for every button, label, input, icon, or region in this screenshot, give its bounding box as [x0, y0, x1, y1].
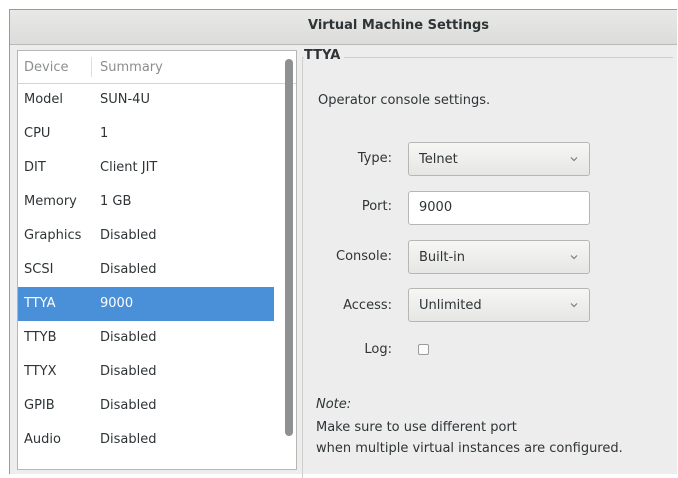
log-checkbox[interactable]: [418, 344, 429, 355]
device-name: Model: [24, 92, 64, 107]
note-text-line2: when multiple virtual instances are conf…: [316, 441, 623, 456]
device-row-dit[interactable]: DIT Client JIT: [18, 151, 274, 185]
device-list[interactable]: Device Summary Model SUN-4U CPU 1 DIT Cl…: [17, 50, 297, 470]
type-value: Telnet: [419, 152, 458, 167]
device-summary: 1: [100, 126, 109, 141]
device-row-model[interactable]: Model SUN-4U: [18, 83, 274, 117]
log-label: Log:: [364, 342, 392, 357]
device-row-ttya[interactable]: TTYA 9000: [18, 287, 274, 321]
device-name: GPIB: [24, 398, 55, 413]
device-summary: Disabled: [100, 262, 157, 277]
device-summary: Client JIT: [100, 160, 158, 175]
device-name: TTYA: [24, 296, 56, 311]
port-label: Port:: [361, 199, 392, 214]
device-summary: Disabled: [100, 398, 157, 413]
access-label: Access:: [343, 298, 392, 313]
title-bar[interactable]: Virtual Machine Settings: [10, 10, 677, 45]
chevron-down-icon: [570, 157, 578, 162]
column-header-device[interactable]: Device: [24, 60, 68, 75]
chevron-down-icon: [570, 255, 578, 260]
device-name: Memory: [24, 194, 77, 209]
device-row-ttyx[interactable]: TTYX Disabled: [18, 355, 274, 389]
access-value: Unlimited: [419, 298, 482, 313]
console-label: Console:: [336, 249, 392, 264]
device-row-gpib[interactable]: GPIB Disabled: [18, 389, 274, 423]
panel-description: Operator console settings.: [318, 93, 491, 108]
column-separator: [91, 57, 92, 77]
device-list-header: Device Summary: [18, 51, 296, 84]
type-combo[interactable]: Telnet: [408, 142, 590, 176]
device-row-ttyb[interactable]: TTYB Disabled: [18, 321, 274, 355]
device-row-audio[interactable]: Audio Disabled: [18, 423, 274, 457]
device-row-cpu[interactable]: CPU 1: [18, 117, 274, 151]
note-title: Note:: [316, 397, 352, 412]
device-name: SCSI: [24, 262, 54, 277]
device-name: CPU: [24, 126, 51, 141]
frame-label: TTYA: [304, 48, 345, 63]
chevron-down-icon: [570, 303, 578, 308]
device-summary: Disabled: [100, 432, 157, 447]
console-value: Built-in: [419, 250, 466, 265]
column-header-summary[interactable]: Summary: [100, 60, 163, 75]
device-row-scsi[interactable]: SCSI Disabled: [18, 253, 274, 287]
device-summary: SUN-4U: [100, 92, 150, 107]
device-summary: Disabled: [100, 364, 157, 379]
device-summary: Disabled: [100, 228, 157, 243]
scrollbar-thumb[interactable]: [285, 59, 293, 436]
port-value: 9000: [419, 200, 453, 215]
device-name: Graphics: [24, 228, 82, 243]
window-title: Virtual Machine Settings: [307, 18, 489, 33]
port-field[interactable]: 9000: [408, 191, 590, 225]
device-summary: 9000: [100, 296, 134, 311]
device-name: TTYX: [24, 364, 57, 379]
device-row-memory[interactable]: Memory 1 GB: [18, 185, 274, 219]
device-summary: 1 GB: [100, 194, 132, 209]
device-summary: Disabled: [100, 330, 157, 345]
device-name: TTYB: [24, 330, 57, 345]
console-combo[interactable]: Built-in: [408, 240, 590, 274]
access-combo[interactable]: Unlimited: [408, 288, 590, 322]
device-row-graphics[interactable]: Graphics Disabled: [18, 219, 274, 253]
device-name: Audio: [24, 432, 61, 447]
device-name: DIT: [24, 160, 46, 175]
device-list-scrollbar[interactable]: [284, 59, 294, 469]
note-text-line1: Make sure to use different port: [316, 420, 517, 435]
type-label: Type:: [357, 151, 392, 166]
